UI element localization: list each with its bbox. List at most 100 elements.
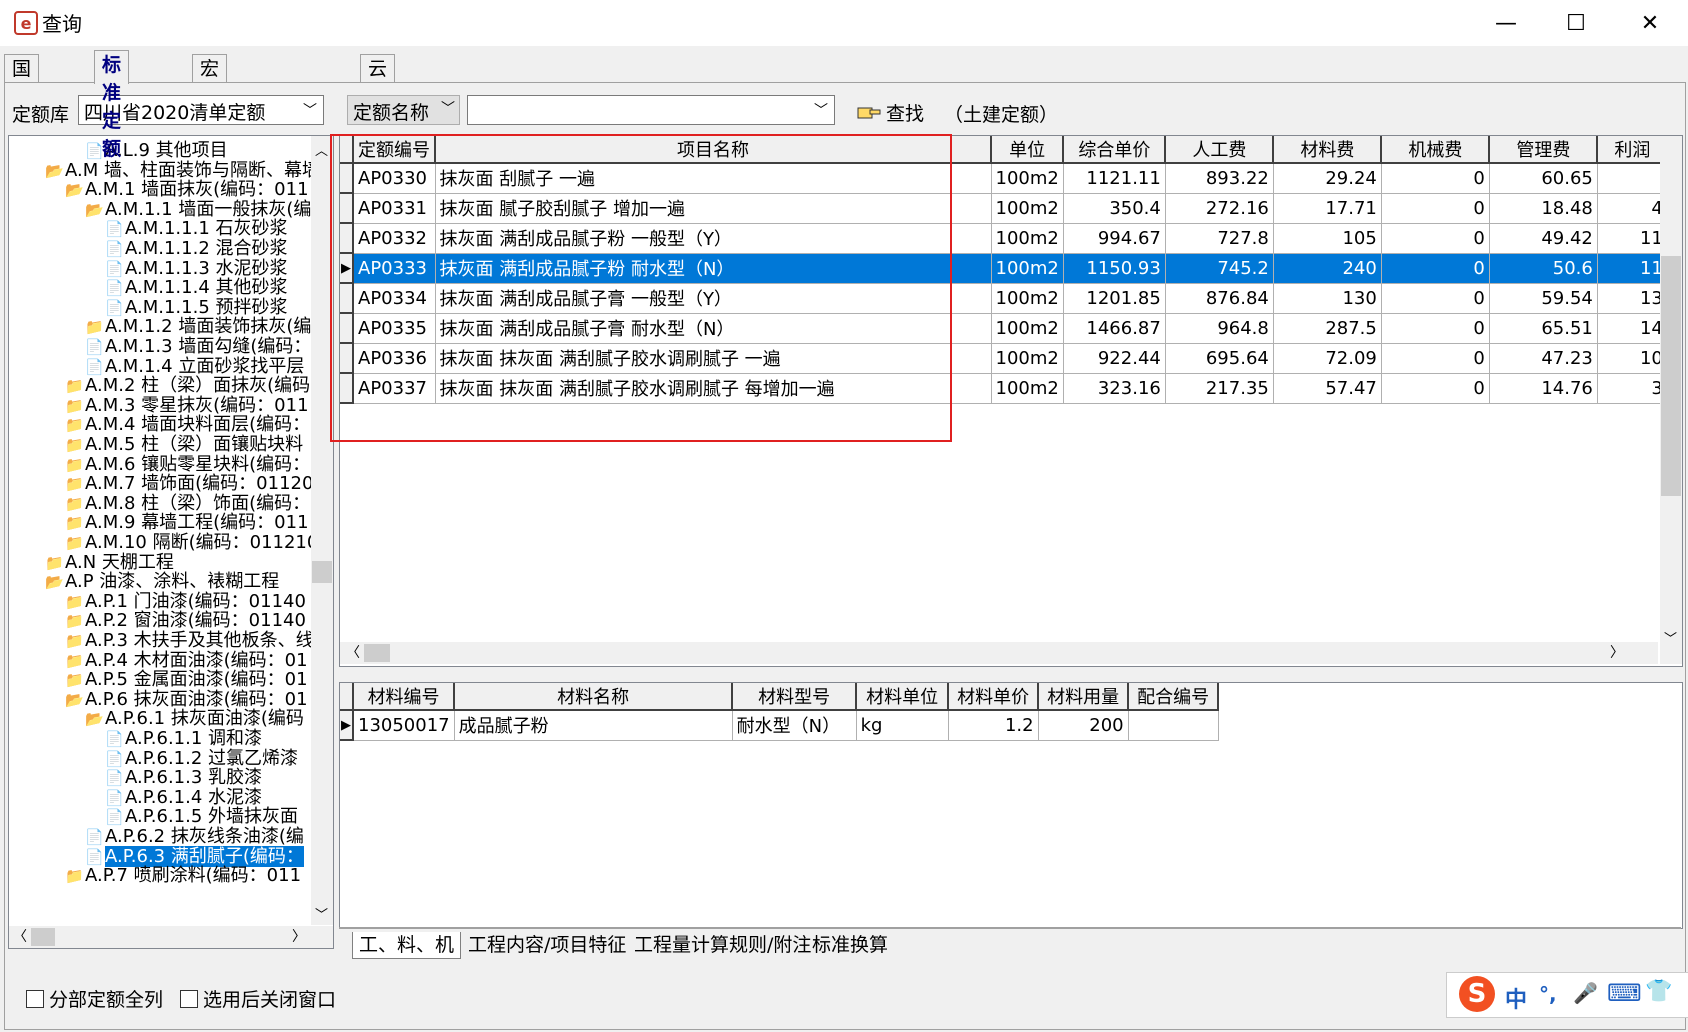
table-cell[interactable]: AP0332 [353,223,436,254]
ime-punct-toggle[interactable]: °, [1539,982,1557,1006]
tree-node[interactable]: 📂A.M 墙、柱面装饰与隔断、幕墙 [45,160,320,181]
tree-node[interactable]: 📂A.P.6 抹灰面油漆(编码：01 [65,689,308,710]
tree-node[interactable]: 📄A.M.1.1.2 混合砂浆 [105,238,288,259]
row-indicator[interactable] [340,223,354,254]
tree-node[interactable]: 📄A.M.1.1.5 预拌砂浆 [105,297,288,318]
row-indicator[interactable] [340,313,354,344]
table-cell[interactable]: 0 [1381,373,1490,404]
tree-node[interactable]: 📂A.M.1.1 墙面一般抹灰(编 [85,199,311,220]
table-cell[interactable]: 200 [1038,710,1129,741]
tree-node[interactable]: 📁A.M.10 隔断(编码：011210 [65,532,318,553]
tree-node[interactable]: 📁A.P.2 窗油漆(编码：01140 [65,610,306,631]
table-cell[interactable]: 抹灰面 满刮成品腻子粉 一般型（Y） [435,223,992,254]
minimize-button[interactable]: — [1478,0,1534,46]
table-cell[interactable]: 100m2 [991,343,1064,374]
tree-scroll-thumb[interactable] [312,561,332,583]
table-cell[interactable]: 耐水型（N） [732,710,857,741]
table-row[interactable]: AP0330 抹灰面 刮腻子 一遍 100m2 1121.11 893.22 29.24 0… [340,163,1668,194]
tree-vertical-scrollbar[interactable]: ︿ ﹀ [311,136,333,925]
table-cell[interactable]: 100m2 [991,283,1064,314]
tree-node[interactable]: 📄A.P.6.3 满刮腻子(编码： [85,845,304,867]
table-cell[interactable]: 抹灰面 腻子胶刮腻子 增加一遍 [435,193,992,224]
table-cell[interactable]: 100m2 [991,223,1064,254]
table-cell[interactable]: 成品腻子粉 [454,710,733,741]
tab-labor-material-machine[interactable]: 工、料、机 [352,932,462,959]
grid-horizontal-scrollbar[interactable]: 〈 〉 [340,642,1658,664]
table-cell[interactable]: 抹灰面 满刮成品腻子粉 耐水型（N） [435,253,992,284]
table-cell[interactable]: 60.65 [1489,163,1598,194]
show-all-quota-checkbox[interactable]: 分部定额全列 [26,985,163,1012]
tree-node[interactable]: 📁A.M.3 零星抹灰(编码：011 [65,395,309,416]
table-cell[interactable]: 0 [1381,343,1490,374]
sogou-logo-icon[interactable]: S [1459,976,1495,1012]
table-cell[interactable]: 876.84 [1165,283,1274,314]
table-cell[interactable]: 3 [1597,373,1668,404]
row-indicator[interactable]: ▶ [340,253,354,284]
find-button[interactable]: 查找 [856,99,924,126]
col-header-material[interactable]: 材料费 [1273,136,1383,164]
table-cell[interactable]: 10 [1597,343,1668,374]
tree-hscroll-thumb[interactable] [31,928,55,946]
table-cell[interactable]: 0 [1381,283,1490,314]
table-row[interactable]: AP0334 抹灰面 满刮成品腻子膏 一般型（Y） 100m2 1201.85 876.… [340,283,1668,314]
table-cell[interactable]: AP0330 [353,163,436,194]
mat-col-name[interactable]: 材料名称 [454,683,734,711]
tree-node[interactable]: 📄A.M.1.1.3 水泥砂浆 [105,258,288,279]
tree-node[interactable]: 📄A.P.6.2 抹灰线条油漆(编 [85,826,304,847]
tab-hongye-list[interactable]: 宏业标准组价清单 [192,54,228,276]
tree-node[interactable]: 📁A.P.5 金属面油漆(编码：01 [65,669,308,690]
table-cell[interactable]: 100m2 [991,313,1064,344]
table-cell[interactable]: AP0337 [353,373,436,404]
tree-node[interactable]: 📁A.M.2 柱（梁）面抹灰(编码 [65,375,310,396]
tree-node[interactable]: 📄A.P.6.1.4 水泥漆 [105,787,262,808]
tree-node[interactable]: 📁A.M.5 柱（梁）面镶贴块料 [65,434,303,455]
mat-col-mix-code[interactable]: 配合编号 [1128,683,1220,711]
search-field-select[interactable]: 定额名称 ﹀ [347,95,460,125]
table-row[interactable]: AP0337 抹灰面 抹灰面 满刮腻子胶水调刷腻子 每增加一遍 100m2 323.1… [340,373,1668,404]
table-cell[interactable] [1597,163,1668,194]
table-row[interactable]: AP0332 抹灰面 满刮成品腻子粉 一般型（Y） 100m2 994.67 727.8… [340,223,1668,254]
row-indicator[interactable] [340,163,354,194]
close-button[interactable]: ✕ [1622,0,1678,46]
table-cell[interactable]: 0 [1381,163,1490,194]
checkbox-box[interactable] [26,989,44,1008]
table-cell[interactable]: 14 [1597,313,1668,344]
table-cell[interactable]: 105 [1273,223,1382,254]
tree-node[interactable]: 📂A.P.6.1 抹灰面油漆(编码 [85,708,304,729]
mat-col-code[interactable]: 材料编号 [353,683,456,711]
table-cell[interactable]: 0 [1381,313,1490,344]
tree-node[interactable]: 📁A.M.7 墙饰面(编码：01120 [65,473,313,494]
table-cell[interactable]: 922.44 [1063,343,1166,374]
table-cell[interactable]: 0 [1381,253,1490,284]
col-header-labor[interactable]: 人工费 [1165,136,1275,164]
material-grid[interactable]: 材料编号 材料名称 材料型号 材料单位 材料单价 材料用量 配合编号 ▶ 1305… [339,682,1683,929]
tab-gb-list[interactable]: 国标清单 [4,54,40,164]
table-cell[interactable]: 抹灰面 满刮成品腻子膏 耐水型（N） [435,313,992,344]
table-cell[interactable]: 100m2 [991,163,1064,194]
table-cell[interactable]: 964.8 [1165,313,1274,344]
table-cell[interactable]: 745.2 [1165,253,1274,284]
table-cell[interactable]: 11 [1597,253,1668,284]
table-cell[interactable]: 18.48 [1489,193,1598,224]
tree-node[interactable]: 📄A.P.6.1.3 乳胶漆 [105,767,262,788]
table-cell[interactable]: 994.67 [1063,223,1166,254]
tree-node[interactable]: 📁A.M.4 墙面块料面层(编码： [65,414,310,435]
table-cell[interactable]: 100m2 [991,253,1064,284]
table-cell[interactable]: 抹灰面 抹灰面 满刮腻子胶水调刷腻子 每增加一遍 [435,373,992,404]
search-input[interactable]: ﹀ [467,95,835,125]
col-header-profit[interactable]: 利润 [1597,136,1669,164]
quota-grid[interactable]: 定额编号 项目名称 单位 综合单价 人工费 材料费 机械费 管理费 利润 AP0… [339,135,1683,667]
table-cell[interactable]: 240 [1273,253,1382,284]
table-cell[interactable]: 217.35 [1165,373,1274,404]
table-cell[interactable]: 抹灰面 抹灰面 满刮腻子胶水调刷腻子 一遍 [435,343,992,374]
table-cell[interactable]: 1150.93 [1063,253,1166,284]
quota-tree[interactable]: 📄A.L.9 其他项目 📂A.M 墙、柱面装饰与隔断、幕墙 📂A.M.1 墙面抹灰(… [8,135,334,928]
table-cell[interactable]: 29.24 [1273,163,1382,194]
tree-node[interactable]: 📁A.P.4 木材面油漆(编码：01 [65,650,308,671]
col-header-name[interactable]: 项目名称 [435,136,992,164]
mic-icon[interactable]: 🎤 [1573,981,1598,1005]
table-row[interactable]: AP0335 抹灰面 满刮成品腻子膏 耐水型（N） 100m2 1466.87 964.… [340,313,1668,344]
tree-node[interactable]: 📁A.P.3 木扶手及其他板条、线 [65,630,314,651]
tree-node[interactable]: 📁A.P.1 门油漆(编码：01140 [65,591,306,612]
table-cell[interactable]: AP0331 [353,193,436,224]
